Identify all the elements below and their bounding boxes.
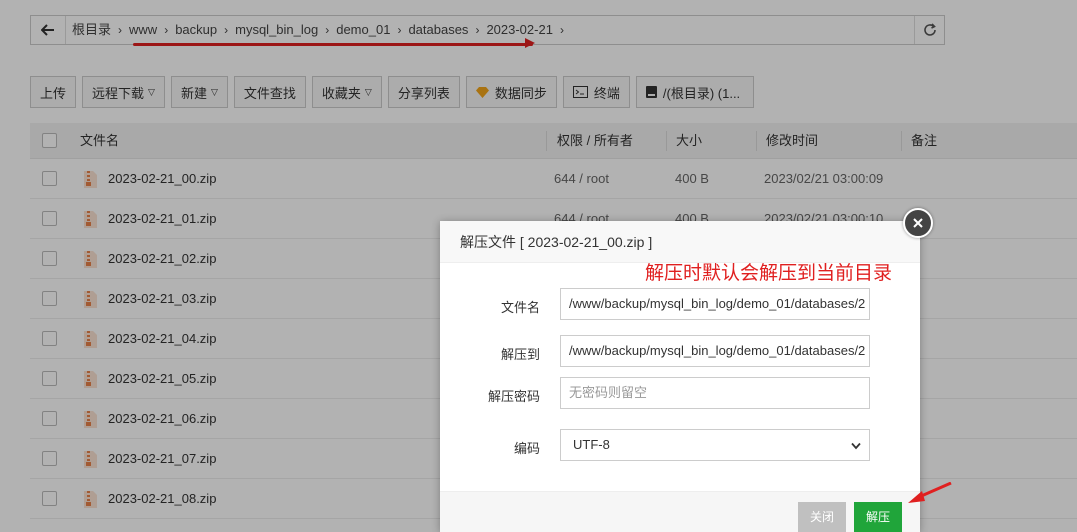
annotation-text: 解压时默认会解压到当前目录 xyxy=(645,263,893,284)
extract-dialog: 解压文件 [ 2023-02-21_00.zip ] 解压时默认会解压到当前目录… xyxy=(440,221,920,532)
encoding-value: UTF-8 xyxy=(573,437,610,452)
password-label: 解压密码 xyxy=(487,389,540,404)
dialog-title: 解压文件 [ 2023-02-21_00.zip ] xyxy=(440,221,920,263)
password-field[interactable]: 无密码则留空 xyxy=(560,377,870,409)
annotation-arrow-icon xyxy=(908,482,952,503)
close-button[interactable]: 关闭 xyxy=(798,502,846,532)
filename-field[interactable]: /www/backup/mysql_bin_log/demo_01/databa… xyxy=(560,288,870,320)
encoding-label: 编码 xyxy=(513,441,540,456)
encoding-select[interactable]: UTF-8 xyxy=(560,429,870,461)
extract-button[interactable]: 解压 xyxy=(854,502,902,532)
extract-to-field[interactable]: /www/backup/mysql_bin_log/demo_01/databa… xyxy=(560,335,870,367)
chevron-down-icon xyxy=(851,431,861,461)
close-icon xyxy=(913,218,923,228)
dialog-footer xyxy=(440,491,920,532)
extract-to-label: 解压到 xyxy=(500,347,540,362)
dialog-close-button[interactable] xyxy=(903,208,933,238)
filename-label: 文件名 xyxy=(500,300,540,315)
